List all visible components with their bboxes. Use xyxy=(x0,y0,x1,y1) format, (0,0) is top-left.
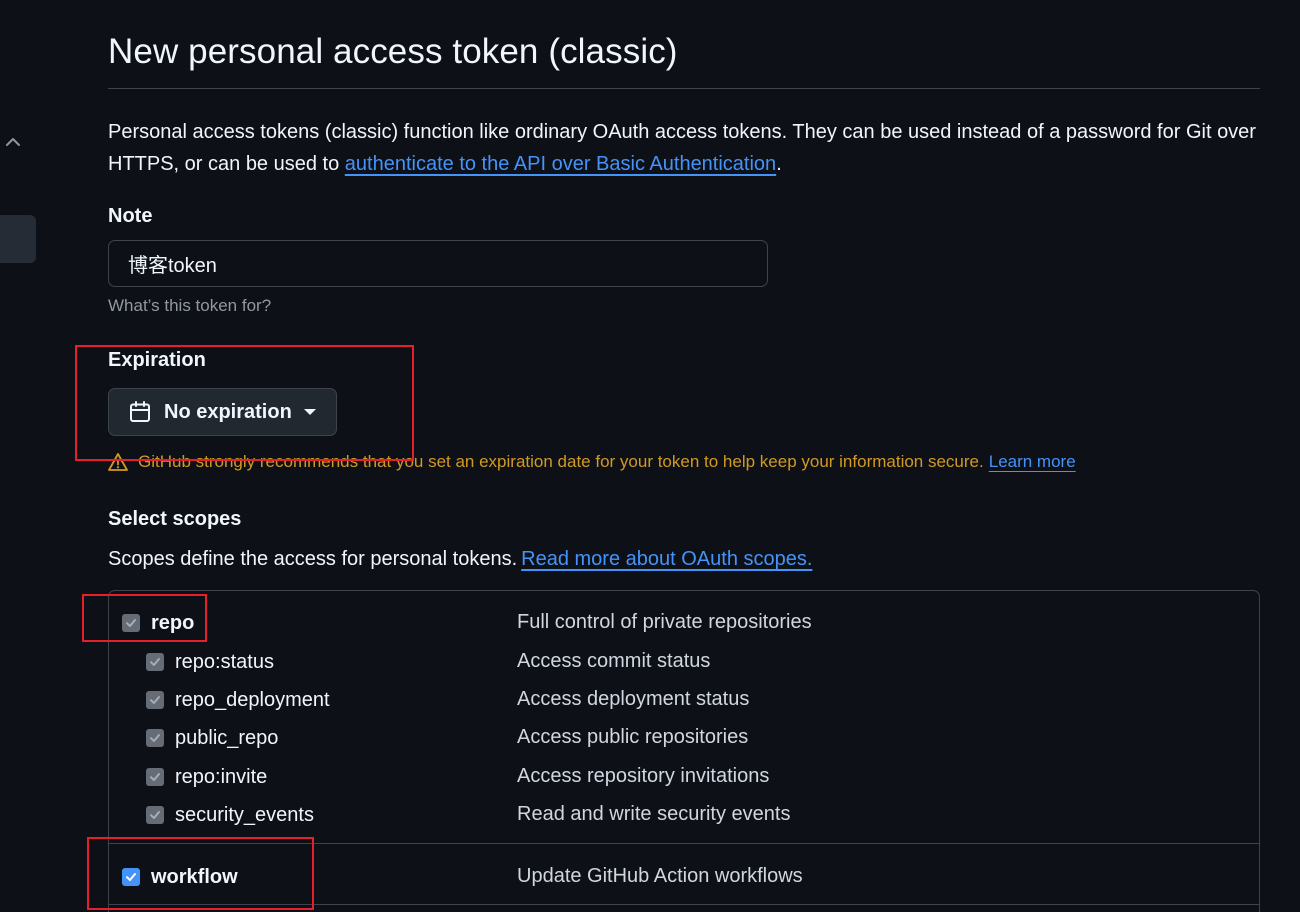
intro-text: Personal access tokens (classic) functio… xyxy=(108,116,1258,180)
title-divider xyxy=(108,88,1260,89)
scope-description: Update GitHub Action workflows xyxy=(517,865,803,887)
page: New personal access token (classic) Pers… xyxy=(0,0,1300,912)
oauth-scopes-link[interactable]: Read more about OAuth scopes. xyxy=(521,548,812,570)
repo-checkbox[interactable] xyxy=(122,614,140,632)
scope-description: Access deployment status xyxy=(517,688,750,710)
repo-deployment-checkbox[interactable] xyxy=(146,691,164,709)
triangle-down-icon xyxy=(303,409,316,415)
intro-end: . xyxy=(776,153,782,175)
note-input[interactable]: 博客token xyxy=(108,240,768,287)
note-label: Note xyxy=(108,205,153,227)
note-hint: What’s this token for? xyxy=(108,296,272,315)
expiration-label: Expiration xyxy=(108,349,206,371)
check-icon xyxy=(150,811,160,819)
check-icon xyxy=(150,696,160,704)
scopes-table: repo Full control of private repositorie… xyxy=(108,590,1260,912)
scopes-description-text: Scopes define the access for personal to… xyxy=(108,548,518,570)
check-icon xyxy=(150,773,160,781)
alert-icon xyxy=(108,453,128,471)
check-icon xyxy=(150,734,160,742)
page-title: New personal access token (classic) xyxy=(108,32,678,71)
scope-row-repo-deployment[interactable]: repo_deployment xyxy=(146,685,330,715)
scopes-label: Select scopes xyxy=(108,508,242,530)
repo-invite-checkbox[interactable] xyxy=(146,768,164,786)
scope-row-public-repo[interactable]: public_repo xyxy=(146,723,278,753)
scope-row-repo[interactable]: repo xyxy=(122,608,194,638)
scope-row-workflow[interactable]: workflow xyxy=(122,862,238,892)
scope-name: repo:invite xyxy=(175,765,268,788)
expiration-dropdown[interactable]: No expiration xyxy=(108,388,337,436)
scope-description: Access repository invitations xyxy=(517,765,770,787)
check-icon xyxy=(126,873,136,881)
scope-name: repo:status xyxy=(175,650,274,673)
group-divider xyxy=(109,843,1259,844)
scope-name: repo_deployment xyxy=(175,688,330,711)
scope-description: Full control of private repositories xyxy=(517,611,812,633)
security-events-checkbox[interactable] xyxy=(146,806,164,824)
check-icon xyxy=(150,658,160,666)
scope-description: Read and write security events xyxy=(517,803,791,825)
public-repo-checkbox[interactable] xyxy=(146,729,164,747)
note-value: 博客token xyxy=(128,255,217,277)
calendar-icon xyxy=(130,401,150,422)
check-icon xyxy=(126,619,136,627)
scope-row-repo-status[interactable]: repo:status xyxy=(146,647,274,677)
group-divider xyxy=(109,904,1259,905)
warning-text: GitHub strongly recommends that you set … xyxy=(138,452,984,471)
repo-status-checkbox[interactable] xyxy=(146,653,164,671)
expiration-warning: GitHub strongly recommends that you set … xyxy=(108,452,1076,472)
learn-more-link[interactable]: Learn more xyxy=(989,452,1076,472)
workflow-checkbox[interactable] xyxy=(122,868,140,886)
scope-row-repo-invite[interactable]: repo:invite xyxy=(146,762,267,792)
scope-name: repo xyxy=(151,611,195,634)
scope-name: workflow xyxy=(151,865,238,888)
sidebar-selected-item[interactable] xyxy=(0,215,36,263)
expiration-selected: No expiration xyxy=(164,400,292,423)
scope-name: public_repo xyxy=(175,726,279,749)
scopes-description: Scopes define the access for personal to… xyxy=(108,548,812,571)
scope-description: Access commit status xyxy=(517,650,711,672)
scope-name: security_events xyxy=(175,803,314,826)
basic-auth-link[interactable]: authenticate to the API over Basic Authe… xyxy=(345,153,776,175)
scope-description: Access public repositories xyxy=(517,726,749,748)
scope-row-security-events[interactable]: security_events xyxy=(146,800,314,830)
chevron-up-icon[interactable] xyxy=(4,134,22,150)
